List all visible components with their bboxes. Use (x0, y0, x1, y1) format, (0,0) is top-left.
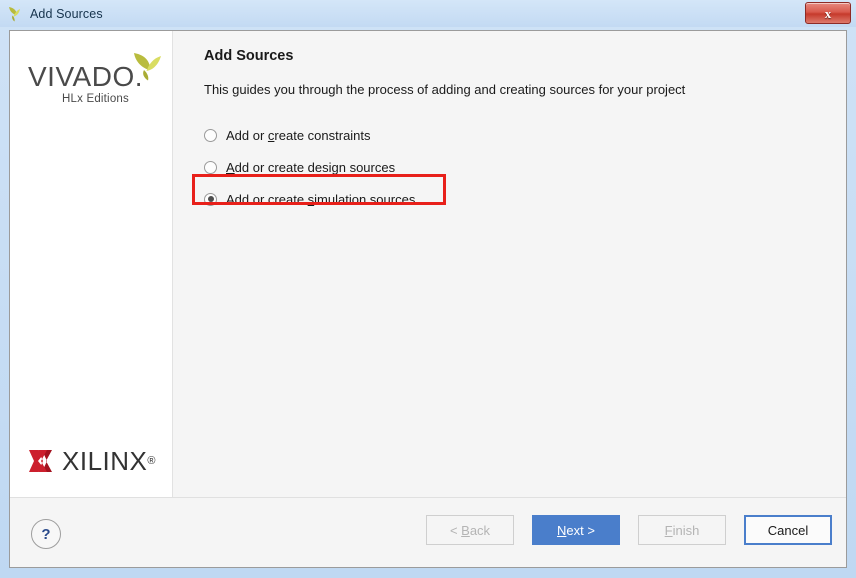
dialog-content-panel: VIVADO. HLx Editions (9, 30, 847, 568)
next-button[interactable]: Next > (532, 515, 620, 545)
cancel-button-label: Cancel (768, 523, 808, 538)
back-button-label: < Back (450, 523, 490, 538)
page-title: Add Sources (204, 48, 293, 64)
radio-option-add-create-constraints[interactable]: Add or create constraints (204, 119, 624, 151)
radio-option-label: Add or create simulation sources (226, 192, 415, 207)
finish-button[interactable]: Finish (638, 515, 726, 545)
back-button[interactable]: < Back (426, 515, 514, 545)
dialog-title: Add Sources (30, 7, 103, 21)
xilinx-wordmark: XILINX® (62, 448, 156, 474)
xilinx-logo: XILINX® (28, 444, 160, 478)
vivado-leaf-icon (6, 5, 24, 23)
cancel-button[interactable]: Cancel (744, 515, 832, 545)
dialog-button-bar: < Back Next > Finish Cancel (426, 515, 832, 545)
main-content: Add Sources This guides you through the … (174, 31, 847, 497)
radio-option-label: Add or create constraints (226, 128, 371, 143)
dialog-footer: ? < Back Next > Finish Cancel (10, 497, 846, 568)
vivado-wordmark-text: VIVADO (28, 61, 135, 92)
radio-option-add-create-simulation-sources[interactable]: Add or create simulation sources (204, 183, 624, 215)
page-subtitle: This guides you through the process of a… (204, 82, 685, 97)
vivado-wordmark: VIVADO. (28, 63, 143, 91)
xilinx-x-icon (28, 448, 54, 474)
vivado-logo: VIVADO. HLx Editions (26, 49, 166, 111)
radio-option-add-create-design-sources[interactable]: Add or create design sources (204, 151, 624, 183)
source-type-radio-group: Add or create constraints Add or create … (204, 119, 624, 215)
radio-indicator[interactable] (204, 193, 217, 206)
vivado-subtitle: HLx Editions (62, 93, 129, 105)
radio-indicator[interactable] (204, 129, 217, 142)
dialog-titlebar[interactable]: Add Sources x (0, 0, 856, 27)
finish-button-label: Finish (665, 523, 700, 538)
radio-option-label: Add or create design sources (226, 160, 395, 175)
next-button-label: Next > (557, 523, 595, 538)
help-icon: ? (41, 527, 50, 542)
xilinx-registered-mark: ® (147, 455, 156, 467)
radio-indicator[interactable] (204, 161, 217, 174)
branding-panel: VIVADO. HLx Editions (10, 31, 173, 497)
close-icon[interactable]: x (805, 2, 851, 24)
vivado-leaf-icon (130, 51, 164, 81)
add-sources-dialog: Add Sources x VIVADO. HLx Editions (0, 0, 856, 578)
xilinx-wordmark-text: XILINX (62, 446, 147, 476)
close-icon-glyph: x (825, 7, 832, 20)
help-button[interactable]: ? (31, 519, 61, 549)
